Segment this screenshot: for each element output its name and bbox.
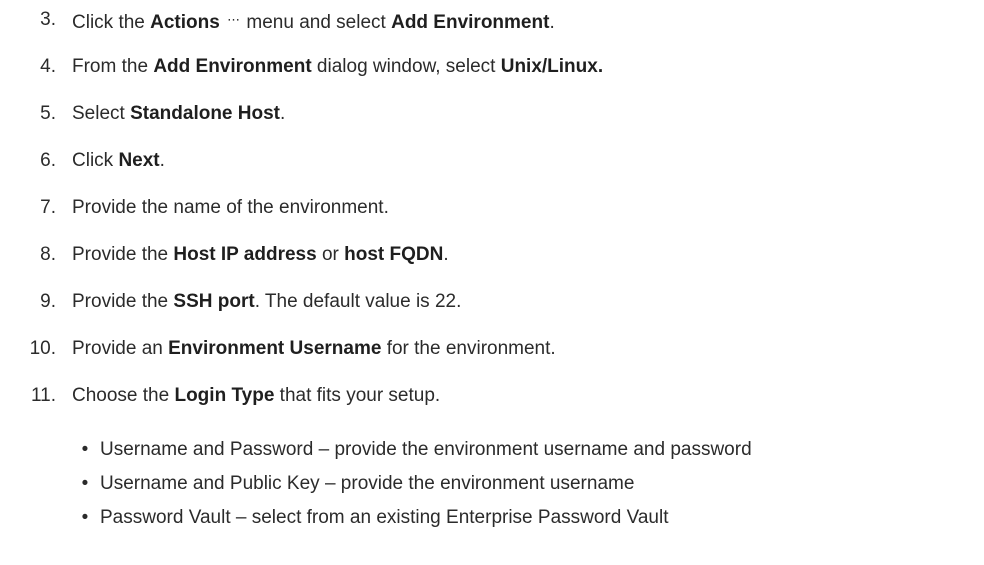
login-option-text: Username and Public Key – provide the en… — [100, 473, 635, 494]
step-text: Provide the name of the environment. — [72, 197, 389, 218]
step-text: Click the Actions ⋯ menu and select Add … — [72, 5, 555, 38]
step-text: Provide an Environment Username for the … — [72, 338, 556, 359]
step-number: 11. — [30, 385, 56, 406]
login-option-text: Username and Password – provide the envi… — [100, 439, 752, 460]
step-text: Provide the Host IP address or host FQDN… — [72, 244, 449, 265]
actions-menu-label: Actions — [150, 12, 220, 33]
step-text: Click Next. — [72, 150, 165, 171]
ellipsis-icon: ⋯ — [227, 12, 240, 27]
bullet-icon: • — [81, 507, 89, 528]
step-number: 4. — [40, 56, 56, 77]
step-text: From the Add Environment dialog window, … — [72, 56, 604, 77]
step-number: 3. — [40, 9, 56, 30]
add-environment-label: Add Environment — [391, 12, 550, 33]
step-number: 6. — [40, 150, 56, 171]
step-number: 7. — [40, 197, 56, 218]
step-text: Provide the SSH port. The default value … — [72, 291, 462, 312]
step-text: Choose the Login Type that fits your set… — [72, 385, 441, 406]
bullet-icon: • — [81, 439, 89, 460]
login-option-text: Password Vault – select from an existing… — [100, 507, 669, 528]
bullet-icon: • — [81, 473, 89, 494]
step-number: 8. — [40, 244, 56, 265]
step-number: 10. — [29, 338, 56, 359]
step-text: Select Standalone Host. — [72, 103, 286, 124]
step-number: 5. — [40, 103, 56, 124]
step-number: 9. — [40, 291, 56, 312]
